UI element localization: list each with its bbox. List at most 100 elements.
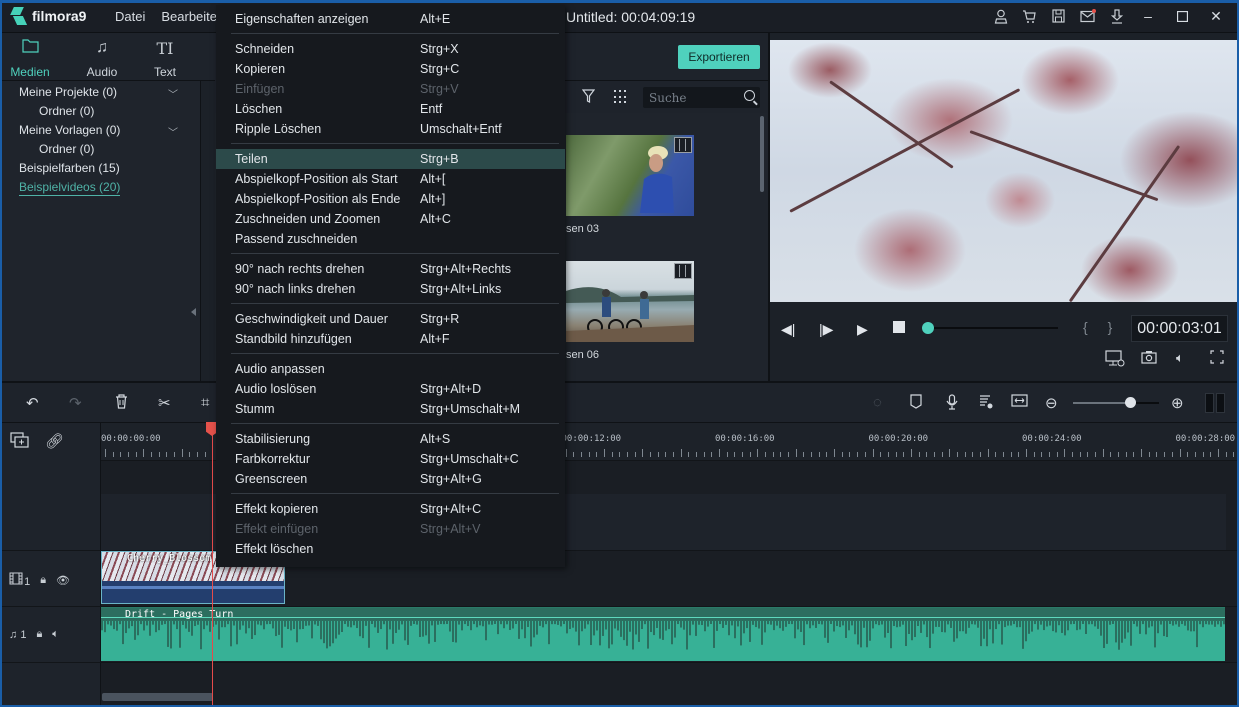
stop-button[interactable] xyxy=(893,320,905,336)
next-frame-button[interactable]: |▶ xyxy=(819,321,833,338)
menu-item-stumm[interactable]: Stumm Strg+Umschalt+M xyxy=(216,399,565,419)
layout-toggle-icon[interactable] xyxy=(1205,393,1225,413)
menu-item-stabilisierung[interactable]: Stabilisierung Alt+S xyxy=(216,429,565,449)
timeline-zoom-slider[interactable] xyxy=(1073,402,1159,404)
crop-icon[interactable]: ⌗ xyxy=(201,394,209,411)
download-icon[interactable] xyxy=(1108,8,1125,25)
menu-item-passend-zuschneiden[interactable]: Passend zuschneiden xyxy=(216,229,565,249)
menu-item-standbild-hinzufügen[interactable]: Standbild hinzufügen Alt+F xyxy=(216,329,565,349)
menu-item-abspielkopf-position-als-ende[interactable]: Abspielkopf-Position als Ende Alt+] xyxy=(216,189,565,209)
close-button[interactable]: ✕ xyxy=(1205,7,1227,25)
speaker-icon[interactable]: 🔈︎ xyxy=(52,628,59,641)
menu-item-greenscreen[interactable]: Greenscreen Strg+Alt+G xyxy=(216,469,565,489)
waveform-bar xyxy=(932,620,934,634)
audio-clip[interactable]: Drift - Pages Turn xyxy=(101,607,1225,661)
audio-volume-line[interactable] xyxy=(101,617,1225,618)
timeline-zoom-knob[interactable] xyxy=(1125,397,1136,408)
account-icon[interactable] xyxy=(992,8,1009,25)
tree-item-beispielvideos[interactable]: Beispielvideos (20) xyxy=(19,180,121,196)
volume-icon[interactable]: 🔈︎ xyxy=(1176,350,1184,366)
export-button[interactable]: Exportieren xyxy=(678,45,760,69)
menu-item-zuschneiden-und-zoomen[interactable]: Zuschneiden und Zoomen Alt+C xyxy=(216,209,565,229)
delete-icon[interactable] xyxy=(115,394,128,413)
search-input[interactable] xyxy=(649,89,739,106)
menu-bearbeiten[interactable]: Bearbeite xyxy=(161,9,217,24)
ruler-tick xyxy=(695,452,697,457)
playback-progress-track[interactable] xyxy=(927,327,1058,329)
menu-item-schneiden[interactable]: Schneiden Strg+X xyxy=(216,39,565,59)
playback-progress-knob[interactable] xyxy=(922,322,934,334)
undo-icon[interactable]: ↶ xyxy=(26,394,39,412)
menu-item-effekt-löschen[interactable]: Effekt löschen xyxy=(216,539,565,559)
tree-item-ordner[interactable]: Ordner (0) xyxy=(39,142,94,156)
menu-item-farbkorrektur[interactable]: Farbkorrektur Strg+Umschalt+C xyxy=(216,449,565,469)
link-icon[interactable]: 🔗︎ xyxy=(45,432,64,450)
menu-item-kopieren[interactable]: Kopieren Strg+C xyxy=(216,59,565,79)
menu-item-teilen[interactable]: Teilen Strg+B xyxy=(216,149,565,169)
search-icon[interactable] xyxy=(744,90,755,101)
menu-datei[interactable]: Datei xyxy=(115,9,145,24)
menu-item-90-nach-links-drehen[interactable]: 90° nach links drehen Strg+Alt+Links xyxy=(216,279,565,299)
filter-icon[interactable] xyxy=(581,89,596,106)
menu-item-abspielkopf-position-als-start[interactable]: Abspielkopf-Position als Start Alt+[ xyxy=(216,169,565,189)
cart-icon[interactable] xyxy=(1021,8,1038,25)
play-button[interactable]: ▶ xyxy=(857,321,868,338)
timeline-scrollbar[interactable] xyxy=(102,693,213,701)
grid-view-icon[interactable] xyxy=(614,90,628,104)
lock-icon[interactable]: 🔒︎ xyxy=(40,574,46,587)
ruler-tick xyxy=(158,452,160,457)
tab-medien[interactable]: Medien xyxy=(0,39,60,86)
tree-item-meine-vorlagen[interactable]: Meine Vorlagen (0) xyxy=(19,123,120,137)
chevron-down-icon[interactable]: ﹀ xyxy=(168,86,178,101)
redo-icon[interactable]: ↷ xyxy=(69,394,82,412)
eye-icon[interactable]: 👁︎ xyxy=(56,574,70,587)
snapshot-camera-icon[interactable] xyxy=(1141,350,1157,367)
menu-item-eigenschaften-anzeigen[interactable]: Eigenschaften anzeigen Alt+E xyxy=(216,9,565,29)
render-preview-icon[interactable]: ◌ xyxy=(873,394,882,411)
save-icon[interactable] xyxy=(1050,8,1067,25)
media-scrollbar[interactable] xyxy=(760,116,764,192)
waveform-bar xyxy=(158,620,160,631)
menu-item-audio-loslösen[interactable]: Audio loslösen Strg+Alt+D xyxy=(216,379,565,399)
previous-frame-button[interactable]: ◀| xyxy=(781,321,795,338)
tab-audio[interactable]: ♫ Audio xyxy=(72,39,132,79)
zoom-in-icon[interactable]: ⊕ xyxy=(1171,394,1184,412)
menu-item-effekt-kopieren[interactable]: Effekt kopieren Strg+Alt+C xyxy=(216,499,565,519)
tab-text[interactable]: TI Text xyxy=(135,39,195,79)
minimize-button[interactable]: – xyxy=(1137,7,1159,25)
tree-item-ordner[interactable]: Ordner (0) xyxy=(39,104,94,118)
waveform-bar xyxy=(974,620,976,625)
add-track-icon[interactable] xyxy=(10,432,30,452)
menu-item-effekt-einfügen[interactable]: Effekt einfügen Strg+Alt+V xyxy=(216,519,565,539)
waveform-bar xyxy=(149,620,151,636)
menu-item-audio-anpassen[interactable]: Audio anpassen xyxy=(216,359,565,379)
scissors-icon[interactable]: ✂ xyxy=(158,394,171,412)
menu-item-löschen[interactable]: Löschen Entf xyxy=(216,99,565,119)
zoom-out-icon[interactable]: ⊖ xyxy=(1045,394,1058,412)
menu-item-geschwindigkeit-und-dauer[interactable]: Geschwindigkeit und Dauer Strg+R xyxy=(216,309,565,329)
maximize-button[interactable] xyxy=(1171,7,1193,25)
clip-volume-line[interactable] xyxy=(102,586,284,589)
waveform-bar xyxy=(890,620,892,649)
playhead-line[interactable] xyxy=(212,423,213,707)
marker-icon[interactable] xyxy=(910,394,922,413)
collapse-panel-arrow-icon[interactable] xyxy=(191,308,196,316)
mark-in-out-icon[interactable]: { } xyxy=(1083,319,1120,335)
media-thumbnail[interactable] xyxy=(566,261,694,342)
menu-item-einfügen[interactable]: Einfügen Strg+V xyxy=(216,79,565,99)
tree-item-meine-projekte[interactable]: Meine Projekte (0) xyxy=(19,85,117,99)
fit-timeline-icon[interactable] xyxy=(1011,394,1028,411)
waveform-bar xyxy=(761,620,763,645)
display-settings-icon[interactable] xyxy=(1105,350,1125,370)
mail-icon[interactable] xyxy=(1079,8,1096,25)
chevron-down-icon[interactable]: ﹀ xyxy=(168,124,178,139)
audio-mixer-icon[interactable] xyxy=(979,394,993,413)
panel-divider[interactable] xyxy=(201,81,215,381)
media-thumbnail[interactable] xyxy=(566,135,694,216)
tree-item-beispielfarben[interactable]: Beispielfarben (15) xyxy=(19,161,120,175)
menu-item-90-nach-rechts-drehen[interactable]: 90° nach rechts drehen Strg+Alt+Rechts xyxy=(216,259,565,279)
menu-item-ripple-löschen[interactable]: Ripple Löschen Umschalt+Entf xyxy=(216,119,565,139)
fullscreen-icon[interactable] xyxy=(1210,350,1224,367)
microphone-icon[interactable] xyxy=(946,394,958,414)
lock-icon[interactable]: 🔒︎ xyxy=(36,628,42,641)
